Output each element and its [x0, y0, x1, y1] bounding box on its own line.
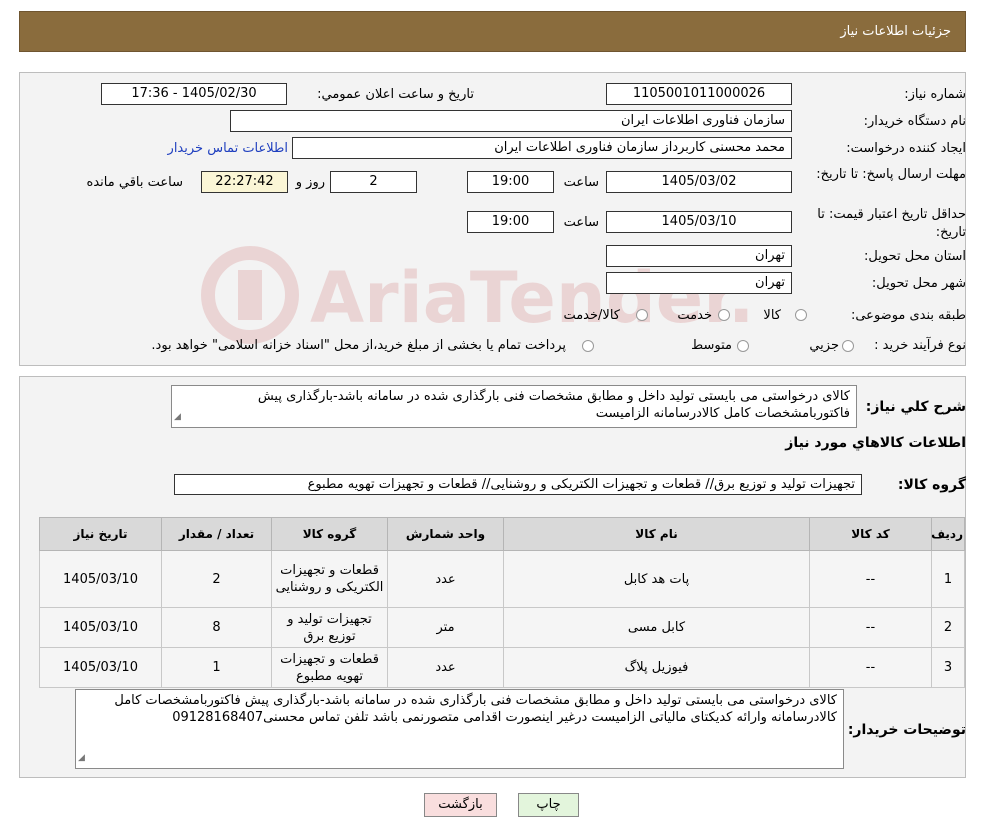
cell-quantity: 2 — [161, 550, 272, 608]
print-button[interactable]: چاپ — [518, 793, 579, 817]
process-radio-partial[interactable] — [842, 340, 854, 352]
category-option-goods: کالا — [763, 308, 781, 323]
cell-group: قطعات و تجهیزات تهویه مطبوع — [271, 647, 388, 688]
cell-unit: متر — [387, 607, 504, 648]
resize-grip-icon[interactable]: ◢ — [174, 409, 181, 426]
goods-group-field: تجهیزات تولید و توزیع برق// قطعات و تجهی… — [174, 474, 862, 495]
table-row: 2 -- کابل مسی متر تجهیزات تولید و توزیع … — [39, 607, 965, 648]
category-option-service: خدمت — [677, 308, 712, 323]
table-row: 3 -- فیوزیل پلاگ عدد قطعات و تجهیزات تهو… — [39, 647, 965, 688]
resize-grip-icon[interactable]: ◢ — [78, 750, 85, 767]
buyer-contact-link[interactable]: اطلاعات تماس خريدار — [168, 141, 288, 156]
city-field: تهران — [606, 272, 792, 294]
cell-name: پات هد کابل — [503, 550, 810, 608]
process-radio-treasury[interactable] — [582, 340, 594, 352]
cell-row-number: 3 — [931, 647, 965, 688]
need-number-field: 1105001011000026 — [606, 83, 792, 105]
process-option-medium: متوسط — [691, 338, 732, 353]
cell-name: فیوزیل پلاگ — [503, 647, 810, 688]
cell-unit: عدد — [387, 647, 504, 688]
reply-time-label: ساعت — [563, 175, 599, 190]
reply-date-field: 1405/03/02 — [606, 171, 792, 193]
category-option-goods-service: کالا/خدمت — [563, 308, 620, 323]
days-field: 2 — [330, 171, 417, 193]
summary-label: شرح کلي نياز: — [865, 399, 966, 415]
buyer-notes-text: کالای درخواستی می بایستی تولید داخل و مط… — [75, 689, 844, 769]
process-option-partial: جزيي — [809, 338, 839, 353]
buyer-org-field: سازمان فناوری اطلاعات ایران — [230, 110, 792, 132]
announce-label: تاريخ و ساعت اعلان عمومي: — [317, 87, 474, 102]
buyer-org-label: نام دستگاه خريدار: — [863, 114, 966, 129]
remaining-time-field: 22:27:42 — [201, 171, 288, 193]
summary-text: کالای درخواستی می بایستی تولید داخل و مط… — [171, 385, 857, 428]
col-header-name: نام کالا — [503, 517, 810, 551]
process-radio-medium[interactable] — [737, 340, 749, 352]
cell-date: 1405/03/10 — [39, 607, 162, 648]
city-label: شهر محل تحويل: — [871, 276, 966, 291]
goods-group-label: گروه کالا: — [897, 477, 966, 493]
back-button[interactable]: بازگشت — [424, 793, 497, 817]
page-header: جزئیات اطلاعات نیاز — [19, 11, 966, 52]
cell-group: تجهیزات تولید و توزیع برق — [271, 607, 388, 648]
cell-date: 1405/03/10 — [39, 550, 162, 608]
category-radio-goods[interactable] — [795, 309, 807, 321]
validity-time-label: ساعت — [563, 215, 599, 230]
cell-name: کابل مسی — [503, 607, 810, 648]
province-field: تهران — [606, 245, 792, 267]
creator-label: ايجاد کننده درخواست: — [846, 141, 966, 156]
cell-date: 1405/03/10 — [39, 647, 162, 688]
col-header-unit: واحد شمارش — [387, 517, 504, 551]
items-table: رديف کد کالا نام کالا واحد شمارش گروه کا… — [39, 517, 965, 688]
days-label: روز و — [295, 175, 325, 190]
process-label: نوع فرآيند خريد : — [874, 338, 966, 353]
category-label: طبقه بندی موضوعی: — [850, 308, 966, 323]
announce-field: 1405/02/30 - 17:36 — [101, 83, 287, 105]
cell-quantity: 8 — [161, 607, 272, 648]
remaining-label: ساعت باقي مانده — [86, 175, 183, 190]
need-number-label: شماره نياز: — [904, 87, 966, 102]
buyer-notes-label: توضيحات خريدار: — [847, 722, 966, 738]
watermark-text: AriaTender.neT — [310, 257, 760, 339]
col-header-row-number: رديف — [931, 517, 965, 551]
goods-section-title: اطلاعات کالاهاي مورد نياز — [785, 435, 966, 451]
page-title: جزئیات اطلاعات نیاز — [840, 24, 951, 39]
reply-deadline-label: مهلت ارسال پاسخ: تا تاريخ: — [816, 167, 966, 182]
col-header-code: کد کالا — [809, 517, 932, 551]
col-header-quantity: تعداد / مقدار — [161, 517, 272, 551]
cell-row-number: 1 — [931, 550, 965, 608]
validity-time-field: 19:00 — [467, 211, 554, 233]
cell-code: -- — [809, 607, 932, 648]
validity-date-field: 1405/03/10 — [606, 211, 792, 233]
province-label: استان محل تحويل: — [864, 249, 966, 264]
creator-field: محمد محسنی کاربرداز سازمان فناوری اطلاعا… — [292, 137, 792, 159]
table-header-row: رديف کد کالا نام کالا واحد شمارش گروه کا… — [39, 517, 965, 551]
reply-time-field: 19:00 — [467, 171, 554, 193]
cell-group: قطعات و تجهیزات الکتریکی و روشنایی — [271, 550, 388, 608]
col-header-date: تاريخ نياز — [39, 517, 162, 551]
col-header-group: گروه کالا — [271, 517, 388, 551]
validity-label: حداقل تاريخ اعتبار قيمت: تا تاريخ: — [817, 207, 966, 240]
table-row: 1 -- پات هد کابل عدد قطعات و تجهیزات الک… — [39, 550, 965, 608]
cell-code: -- — [809, 647, 932, 688]
category-radio-service[interactable] — [718, 309, 730, 321]
cell-unit: عدد — [387, 550, 504, 608]
summary-text-content: کالای درخواستی می بایستی تولید داخل و مط… — [257, 389, 850, 421]
process-note: پرداخت تمام یا بخشی از مبلغ خرید،از محل … — [151, 338, 566, 353]
category-radio-goods-service[interactable] — [636, 309, 648, 321]
buyer-notes-content: کالای درخواستی می بایستی تولید داخل و مط… — [114, 693, 837, 725]
cell-row-number: 2 — [931, 607, 965, 648]
cell-quantity: 1 — [161, 647, 272, 688]
cell-code: -- — [809, 550, 932, 608]
